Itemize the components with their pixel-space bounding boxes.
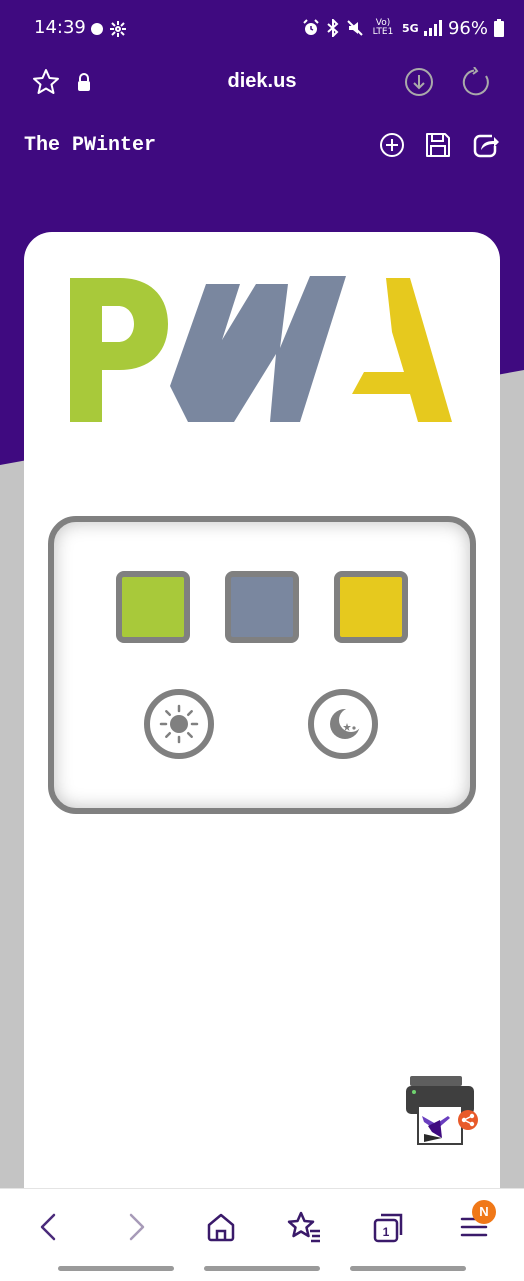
logo-letter-p [70, 278, 168, 422]
reload-icon[interactable] [462, 67, 492, 97]
share-icon[interactable] [472, 132, 500, 158]
tabs-icon[interactable]: 1 [369, 1207, 409, 1247]
moon-icon [330, 708, 363, 739]
add-icon[interactable] [379, 132, 405, 158]
logo-letter-w [170, 276, 346, 422]
battery-percent: 96% [447, 17, 488, 39]
gesture-hint-center [204, 1266, 320, 1271]
status-time: 14:39 [34, 17, 86, 38]
download-icon[interactable] [404, 67, 434, 97]
notification-icons [91, 21, 126, 37]
signal-icon [423, 20, 442, 36]
forward-icon[interactable] [116, 1207, 156, 1247]
menu-notification-badge: N [472, 1200, 496, 1224]
printer-share-icon[interactable] [402, 1076, 482, 1148]
network-type-label: Vo) LTE1 [372, 18, 394, 37]
light-mode-button[interactable] [144, 689, 214, 759]
status-bar: 14:39 Vo) LTE1 5G 96% [0, 0, 524, 58]
url-text[interactable]: diek.us [0, 70, 524, 93]
bluetooth-icon [327, 19, 339, 37]
address-bar: diek.us [0, 58, 524, 108]
pwa-logo: P [70, 276, 452, 422]
network-gen-label: 5G [401, 21, 419, 35]
swatch-yellow[interactable] [334, 571, 408, 643]
battery-icon [494, 19, 504, 37]
theme-panel [48, 516, 476, 814]
save-icon[interactable] [425, 132, 451, 158]
logo-letter-a [352, 278, 452, 422]
app-title: The PWinter [24, 134, 157, 157]
dark-mode-button[interactable] [308, 689, 378, 759]
swatch-green[interactable] [116, 571, 190, 643]
swatch-slate[interactable] [225, 571, 299, 643]
gesture-hint-left [58, 1266, 174, 1271]
sun-icon [159, 704, 199, 744]
bookmarks-icon[interactable] [284, 1207, 324, 1247]
alarm-icon [303, 19, 319, 35]
svg-text:1: 1 [383, 1225, 390, 1239]
home-icon[interactable] [201, 1207, 241, 1247]
mute-icon [347, 20, 363, 36]
back-icon[interactable] [29, 1207, 69, 1247]
gesture-hint-right [350, 1266, 466, 1271]
